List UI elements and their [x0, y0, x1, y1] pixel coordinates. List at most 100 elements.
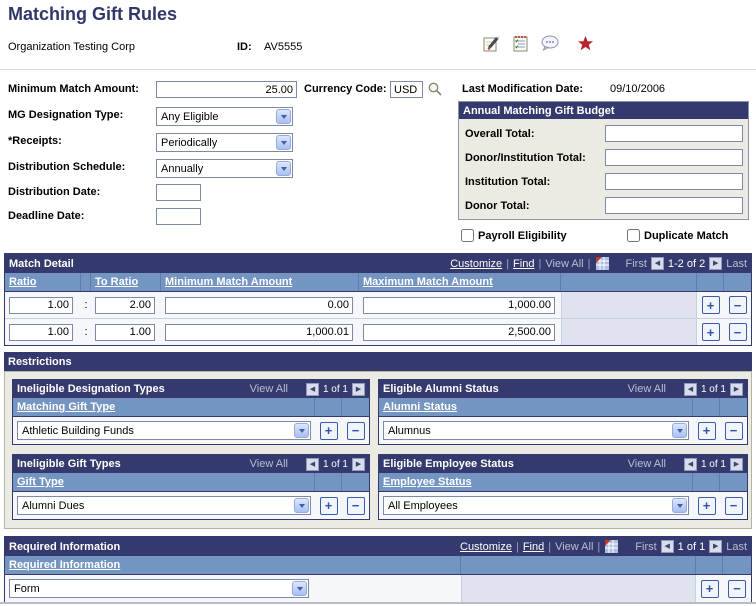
add-row-button[interactable]: +	[701, 296, 720, 314]
id-label: ID:	[237, 41, 252, 53]
view-all-link[interactable]: View All	[628, 458, 666, 470]
delete-row-button[interactable]: −	[346, 421, 365, 440]
duplicate-match-checkbox[interactable]	[627, 229, 640, 242]
customize-link[interactable]: Customize	[450, 258, 502, 270]
add-row-button[interactable]: +	[701, 323, 720, 341]
grid-title: Eligible Alumni Status	[383, 383, 499, 395]
prev-arrow-icon[interactable]: ◀	[660, 540, 674, 553]
view-all-link[interactable]: View All	[545, 258, 583, 270]
prev-arrow-icon[interactable]: ◀	[683, 382, 697, 396]
required-info-title: Required Information	[9, 540, 121, 553]
column-ratio[interactable]: Ratio	[9, 276, 37, 288]
add-row-button[interactable]: +	[700, 579, 719, 598]
restrictions-titlebar: Restrictions	[4, 352, 752, 371]
donor-institution-total-input[interactable]	[605, 149, 743, 166]
payroll-eligibility-label: Payroll Eligibility	[478, 230, 567, 242]
column-matching-gift-type[interactable]: Matching Gift Type	[17, 401, 115, 413]
empty-cell	[561, 319, 697, 345]
column-max-match[interactable]: Maximum Match Amount	[363, 276, 493, 288]
required-info-toolbar: Customize | Find | View All | First ◀ 1 …	[460, 537, 747, 557]
mg-designation-label: MG Designation Type:	[8, 109, 124, 121]
last-mod-value: 09/10/2006	[610, 83, 666, 95]
edit-note-icon[interactable]	[483, 34, 502, 56]
prev-arrow-icon[interactable]: ◀	[683, 457, 697, 471]
next-arrow-icon[interactable]: ▶	[709, 257, 723, 270]
annual-budget-title: Annual Matching Gift Budget	[459, 102, 748, 119]
find-link[interactable]: Find	[513, 258, 534, 270]
ratio-input[interactable]	[9, 296, 73, 314]
grid-title: Eligible Employee Status	[383, 458, 514, 470]
delete-row-button[interactable]: −	[346, 496, 365, 515]
next-arrow-icon[interactable]: ▶	[352, 382, 365, 396]
delete-row-button[interactable]: −	[728, 323, 747, 341]
delete-row-button[interactable]: −	[728, 579, 746, 598]
next-arrow-icon[interactable]: ▶	[730, 457, 743, 471]
prev-arrow-icon[interactable]: ◀	[650, 257, 664, 270]
grid-download-icon[interactable]	[604, 539, 619, 557]
first-label[interactable]: First	[626, 258, 647, 270]
employee-status-select[interactable]: All Employees	[383, 496, 689, 515]
checklist-icon[interactable]	[512, 34, 531, 56]
deadline-date-input[interactable]	[156, 208, 201, 225]
comment-icon[interactable]	[540, 34, 560, 56]
view-all-link[interactable]: View All	[555, 541, 593, 553]
to-ratio-input[interactable]	[95, 296, 155, 314]
donor-total-input[interactable]	[605, 197, 743, 214]
max-amount-input[interactable]	[363, 296, 555, 314]
payroll-eligibility-checkbox[interactable]	[461, 229, 474, 242]
overall-total-input[interactable]	[605, 125, 743, 142]
delete-row-button[interactable]: −	[728, 296, 747, 314]
add-row-button[interactable]: +	[319, 496, 338, 515]
prev-arrow-icon[interactable]: ◀	[305, 457, 319, 471]
column-required-information[interactable]: Required Information	[9, 559, 120, 571]
column-alumni-status[interactable]: Alumni Status	[383, 401, 457, 413]
column-to-ratio[interactable]: To Ratio	[95, 276, 138, 288]
favorite-star-icon[interactable]	[577, 35, 594, 55]
grid-row: All Employees + −	[379, 492, 747, 519]
match-detail-title: Match Detail	[9, 257, 74, 270]
matching-gift-type-select[interactable]: Athletic Building Funds	[17, 421, 311, 440]
next-arrow-icon[interactable]: ▶	[352, 457, 365, 471]
gift-type-select[interactable]: Alumni Dues	[17, 496, 311, 515]
min-amount-input[interactable]	[165, 296, 353, 314]
separator: |	[506, 257, 510, 270]
search-icon[interactable]	[427, 81, 443, 100]
last-label[interactable]: Last	[726, 541, 747, 553]
alumni-status-select[interactable]: Alumnus	[383, 421, 689, 440]
add-row-button[interactable]: +	[697, 421, 716, 440]
column-employee-status[interactable]: Employee Status	[383, 476, 472, 488]
next-arrow-icon[interactable]: ▶	[730, 382, 743, 396]
mg-designation-select[interactable]: Any Eligible	[156, 107, 293, 126]
column-gift-type[interactable]: Gift Type	[17, 476, 64, 488]
grid-range: 1 of 1	[322, 383, 348, 395]
min-amount-input[interactable]	[165, 323, 353, 341]
delete-row-button[interactable]: −	[724, 496, 743, 515]
view-all-link[interactable]: View All	[250, 458, 288, 470]
find-link[interactable]: Find	[523, 541, 544, 553]
grid-download-icon[interactable]	[595, 256, 610, 274]
view-all-link[interactable]: View All	[250, 383, 288, 395]
add-row-button[interactable]: +	[697, 496, 716, 515]
column-min-match[interactable]: Minimum Match Amount	[165, 276, 292, 288]
match-detail-range: 1-2 of 2	[667, 257, 706, 270]
institution-total-input[interactable]	[605, 173, 743, 190]
ratio-separator: :	[84, 299, 88, 311]
view-all-link[interactable]: View All	[628, 383, 666, 395]
required-info-select[interactable]: Form	[9, 579, 309, 598]
customize-link[interactable]: Customize	[460, 541, 512, 553]
first-label[interactable]: First	[635, 541, 656, 553]
dist-schedule-select[interactable]: Annually	[156, 159, 293, 178]
currency-code-input[interactable]	[390, 81, 423, 98]
receipts-select[interactable]: Periodically	[156, 133, 293, 152]
dist-date-input[interactable]	[156, 184, 201, 201]
grid-header-row: Alumni Status	[379, 398, 747, 417]
next-arrow-icon[interactable]: ▶	[709, 540, 723, 553]
add-row-button[interactable]: +	[319, 421, 338, 440]
prev-arrow-icon[interactable]: ◀	[305, 382, 319, 396]
last-label[interactable]: Last	[726, 258, 747, 270]
delete-row-button[interactable]: −	[724, 421, 743, 440]
max-amount-input[interactable]	[363, 323, 555, 341]
min-match-input[interactable]	[156, 81, 297, 98]
ratio-input[interactable]	[9, 323, 73, 341]
to-ratio-input[interactable]	[95, 323, 155, 341]
